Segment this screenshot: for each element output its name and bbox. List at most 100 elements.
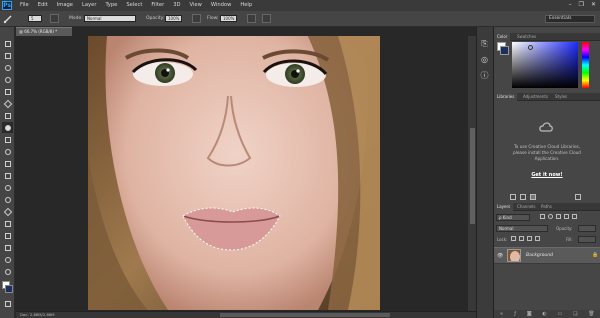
- color-spectrum-field[interactable]: [512, 42, 578, 88]
- quick-mask-icon[interactable]: [2, 298, 13, 309]
- tab-paths[interactable]: Paths: [538, 203, 555, 211]
- opacity-field[interactable]: 100%: [165, 15, 182, 22]
- document-tab[interactable]: @ 66.7% (RGB/8) *: [16, 27, 72, 36]
- menu-window[interactable]: Window: [211, 2, 231, 8]
- new-layer-icon[interactable]: ❏: [573, 311, 577, 317]
- color-panel-background-swatch[interactable]: [500, 46, 509, 55]
- tab-channels[interactable]: Channels: [514, 203, 539, 211]
- brush-tool-icon[interactable]: [2, 122, 13, 133]
- airbrush-icon[interactable]: [247, 14, 256, 23]
- quick-selection-tool-icon[interactable]: [2, 74, 13, 85]
- lasso-tool-icon[interactable]: [2, 62, 13, 73]
- tab-color[interactable]: Color: [494, 33, 511, 41]
- layer-thumbnail[interactable]: [507, 249, 521, 262]
- path-selection-tool-icon[interactable]: [2, 230, 13, 241]
- filter-pixel-icon[interactable]: [540, 214, 545, 219]
- window-controls: – ❐ ✕: [569, 1, 596, 8]
- menu-select[interactable]: Select: [126, 2, 142, 8]
- link-layers-icon[interactable]: ∞: [499, 311, 503, 317]
- get-it-now-link[interactable]: Get it now!: [494, 172, 600, 178]
- tab-swatches[interactable]: Swatches: [514, 33, 539, 41]
- blend-mode-select[interactable]: Normal: [496, 225, 548, 232]
- menu-edit[interactable]: Edit: [38, 2, 48, 8]
- blur-tool-icon[interactable]: [2, 182, 13, 193]
- library-delete-icon[interactable]: [575, 194, 581, 200]
- mode-label: Mode:: [69, 16, 83, 21]
- gradient-tool-icon[interactable]: [2, 170, 13, 181]
- layer-name[interactable]: Background: [526, 253, 553, 258]
- layers-panel-footer: ∞ ƒ ◙ ◐ ▭ ❏ 🗑: [494, 310, 600, 318]
- tab-libraries[interactable]: Libraries: [494, 93, 518, 101]
- clone-stamp-tool-icon[interactable]: [2, 134, 13, 145]
- zoom-tool-icon[interactable]: [2, 266, 13, 277]
- brush-tool-preset-icon[interactable]: [3, 14, 13, 24]
- brush-panel-toggle-icon[interactable]: [50, 14, 59, 23]
- workspace-select[interactable]: Essentials: [545, 15, 595, 23]
- menu-view[interactable]: View: [190, 2, 202, 8]
- filter-smart-object-icon[interactable]: [572, 214, 577, 219]
- lock-position-icon[interactable]: [527, 236, 532, 241]
- pressure-opacity-icon[interactable]: [192, 14, 201, 23]
- menu-filter[interactable]: Filter: [151, 2, 164, 8]
- menu-3d[interactable]: 3D: [173, 2, 180, 8]
- layer-filter-icons: [540, 214, 595, 221]
- layer-style-icon[interactable]: ƒ: [514, 311, 516, 317]
- tab-styles[interactable]: Styles: [552, 93, 570, 101]
- layer-filter-kind-select[interactable]: ρ Kind: [496, 214, 530, 221]
- filter-type-icon[interactable]: [556, 214, 561, 219]
- info-panel-icon[interactable]: ⓘ: [479, 70, 490, 81]
- layers-opacity-field[interactable]: [578, 225, 596, 232]
- pressure-size-icon[interactable]: [262, 14, 271, 23]
- library-type-icon[interactable]: [520, 194, 526, 200]
- adjustment-layer-icon[interactable]: ◐: [542, 311, 546, 317]
- document-canvas-photo[interactable]: [88, 36, 380, 310]
- library-add-icon[interactable]: [510, 194, 516, 200]
- tab-layers[interactable]: Layers: [494, 203, 514, 211]
- creative-cloud-icon: [538, 120, 554, 136]
- history-brush-tool-icon[interactable]: [2, 146, 13, 157]
- minimize-button[interactable]: –: [569, 1, 572, 8]
- lock-image-icon[interactable]: [519, 236, 524, 241]
- properties-panel-icon[interactable]: ◎: [479, 54, 490, 65]
- menu-image[interactable]: Image: [57, 2, 73, 8]
- lock-options: [511, 236, 540, 241]
- restore-button[interactable]: ❐: [579, 1, 584, 8]
- fill-field[interactable]: [578, 236, 596, 243]
- mode-select[interactable]: Normal: [84, 15, 136, 22]
- flow-field[interactable]: 100%: [220, 15, 237, 22]
- delete-layer-icon[interactable]: 🗑: [588, 311, 594, 317]
- move-tool-icon[interactable]: [2, 38, 13, 49]
- marquee-tool-icon[interactable]: [2, 50, 13, 61]
- color-picker-cursor[interactable]: [528, 45, 533, 50]
- brush-size-picker[interactable]: 5: [28, 15, 42, 22]
- pen-tool-icon[interactable]: [2, 206, 13, 217]
- menu-type[interactable]: Type: [105, 2, 117, 8]
- dodge-tool-icon[interactable]: [2, 194, 13, 205]
- filter-shape-icon[interactable]: [564, 214, 569, 219]
- visibility-eye-icon[interactable]: 👁: [497, 253, 503, 259]
- background-color-swatch[interactable]: [5, 285, 13, 293]
- history-panel-icon[interactable]: ⎘: [479, 38, 490, 49]
- healing-brush-tool-icon[interactable]: [2, 110, 13, 121]
- lock-transparent-icon[interactable]: [511, 236, 516, 241]
- vertical-scroll-thumb[interactable]: [470, 128, 475, 224]
- eyedropper-tool-icon[interactable]: [2, 98, 13, 109]
- crop-tool-icon[interactable]: [2, 86, 13, 97]
- horizontal-scroll-thumb[interactable]: [220, 313, 390, 317]
- menu-layer[interactable]: Layer: [82, 2, 96, 8]
- group-icon[interactable]: ▭: [558, 311, 563, 317]
- hand-tool-icon[interactable]: [2, 254, 13, 265]
- type-tool-icon[interactable]: [2, 218, 13, 229]
- menu-help[interactable]: Help: [240, 2, 252, 8]
- library-color-icon[interactable]: [530, 194, 536, 200]
- layer-mask-icon[interactable]: ◙: [527, 311, 532, 317]
- filter-adjustment-icon[interactable]: [548, 214, 553, 219]
- rectangle-tool-icon[interactable]: [2, 242, 13, 253]
- close-button[interactable]: ✕: [591, 1, 596, 8]
- menu-file[interactable]: File: [20, 2, 29, 8]
- tab-adjustments[interactable]: Adjustments: [520, 93, 551, 101]
- document-size-status[interactable]: Doc: 2.86M/2.86M: [20, 312, 55, 317]
- lock-all-icon[interactable]: [535, 236, 540, 241]
- eraser-tool-icon[interactable]: [2, 158, 13, 169]
- hue-slider[interactable]: [582, 42, 589, 88]
